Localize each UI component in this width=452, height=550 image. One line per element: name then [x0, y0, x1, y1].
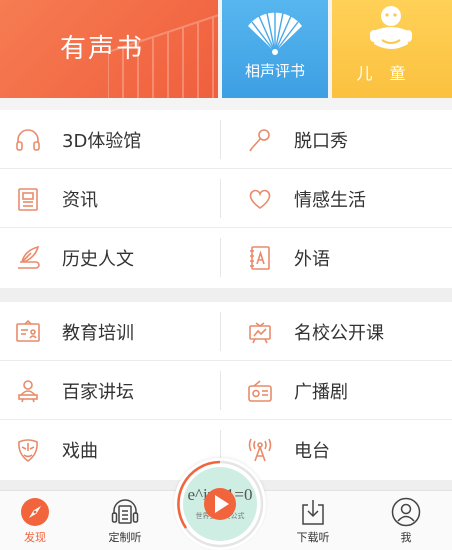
category-education-training[interactable]: 教育培训	[0, 302, 220, 361]
opera-mask-icon	[14, 436, 42, 464]
download-icon	[298, 497, 328, 527]
tab-label: 发现	[24, 531, 46, 544]
column-divider	[220, 312, 221, 351]
user-icon	[391, 497, 421, 527]
compass-icon	[20, 497, 50, 527]
tab-discover[interactable]: 发现	[0, 491, 70, 550]
category-label: 名校公开课	[294, 322, 384, 344]
category-banner: 有声书 相声评书 儿 童	[0, 0, 452, 110]
category-news[interactable]: 资讯	[0, 169, 220, 228]
category-section-2: 教育培训 名校公开课 百家讲坛 广播剧 戏曲 电台	[0, 302, 452, 480]
category-talk-show[interactable]: 脱口秀	[222, 110, 452, 169]
category-label: 外语	[294, 248, 330, 270]
mini-player-button[interactable]: e^iπ+1=0 世界上最美公式	[174, 458, 266, 550]
category-label: 电台	[294, 440, 330, 462]
letter-a-book-icon	[246, 244, 274, 272]
quill-scroll-icon	[14, 244, 42, 272]
blackboard-icon	[14, 318, 42, 346]
category-row: 3D体验馆 脱口秀	[0, 110, 452, 169]
tab-label: 下载听	[296, 531, 330, 544]
category-history-culture[interactable]: 历史人文	[0, 228, 220, 287]
tab-download[interactable]: 下载听	[278, 491, 348, 550]
column-divider	[220, 120, 221, 159]
now-playing-cover: e^iπ+1=0 世界上最美公式	[176, 460, 264, 548]
column-divider	[220, 371, 221, 410]
category-row: 百家讲坛 广播剧	[0, 361, 452, 420]
tab-custom-listen[interactable]: 定制听	[90, 491, 160, 550]
category-label: 资讯	[62, 189, 98, 211]
tab-label: 我	[400, 531, 412, 544]
heart-icon	[246, 185, 274, 213]
microphone-icon	[246, 126, 274, 154]
category-radio-drama[interactable]: 广播剧	[222, 361, 452, 420]
category-open-courses[interactable]: 名校公开课	[222, 302, 452, 361]
category-label: 教育培训	[62, 322, 134, 344]
category-label: 脱口秀	[294, 130, 348, 152]
headphone-list-icon	[110, 497, 140, 527]
headphones-icon	[14, 126, 42, 154]
category-label: 历史人文	[62, 248, 134, 270]
category-row: 资讯 情感生活	[0, 169, 452, 228]
tab-label: 定制听	[108, 531, 142, 544]
category-label: 广播剧	[294, 381, 348, 403]
crosstalk-tile[interactable]: 相声评书	[222, 0, 328, 98]
category-foreign-language[interactable]: 外语	[222, 228, 452, 287]
category-row: 历史人文 外语	[0, 228, 452, 287]
category-label: 情感生活	[294, 189, 366, 211]
category-section-1: 3D体验馆 脱口秀 资讯 情感生活 历史人文 外语	[0, 110, 452, 288]
baby-icon	[370, 6, 412, 49]
folding-fan-icon	[248, 12, 302, 55]
kids-tile[interactable]: 儿 童	[332, 0, 452, 98]
column-divider	[220, 179, 221, 218]
newspaper-icon	[14, 185, 42, 213]
category-row: 教育培训 名校公开课	[0, 302, 452, 361]
category-label: 百家讲坛	[62, 381, 134, 403]
category-3d-experience[interactable]: 3D体验馆	[0, 110, 220, 169]
category-label: 戏曲	[62, 440, 98, 462]
audio-book-tile[interactable]: 有声书	[0, 0, 218, 98]
projector-screen-icon	[246, 318, 274, 346]
category-lecture-room[interactable]: 百家讲坛	[0, 361, 220, 420]
radio-icon	[246, 377, 274, 405]
kids-label: 儿 童	[356, 64, 412, 83]
tab-me[interactable]: 我	[371, 491, 441, 550]
lecturer-podium-icon	[14, 377, 42, 405]
category-label: 3D体验馆	[62, 130, 142, 152]
audio-book-label: 有声书	[60, 34, 145, 64]
category-emotional-life[interactable]: 情感生活	[222, 169, 452, 228]
crosstalk-label: 相声评书	[244, 62, 305, 80]
column-divider	[220, 238, 221, 277]
